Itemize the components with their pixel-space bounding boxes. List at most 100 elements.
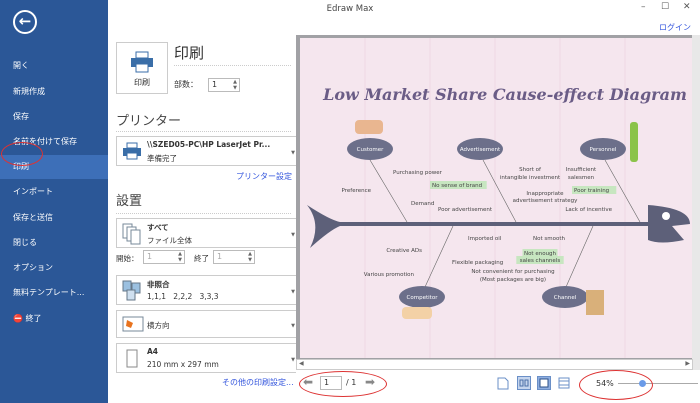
category-label: Customer — [357, 147, 384, 153]
printer-icon — [123, 142, 141, 160]
end-label: 終了 — [194, 254, 209, 263]
cause-label: Demand — [411, 201, 434, 207]
cause-label: Not convenient for purchasing — [471, 269, 554, 275]
cause-label: advertisement strategy — [513, 198, 579, 204]
paper-title: A4 — [147, 347, 159, 356]
start-value: 1 — [147, 252, 153, 261]
divider — [174, 65, 291, 66]
sidebar-item-label: 無料テンプレート... — [13, 288, 85, 297]
scroll-right-icon[interactable]: ▶ — [685, 360, 690, 367]
cause-label: Various promotion — [364, 272, 415, 278]
sidebar-item[interactable]: 新規作成 — [0, 80, 108, 104]
annotation-oval — [579, 370, 653, 400]
fit-width-view-icon[interactable] — [557, 376, 571, 390]
settings-heading: 設置 — [116, 194, 143, 209]
cause-label: intangible investment — [500, 175, 561, 181]
print-button[interactable]: 印刷 — [116, 42, 168, 94]
end-value: 1 — [217, 252, 223, 261]
cause-label: Poor training — [574, 188, 609, 194]
page-range-dropdown[interactable]: すべて ファイル全体 ▼ — [116, 218, 299, 248]
printer-icon — [131, 51, 153, 73]
maximize-button[interactable]: ☐ — [661, 2, 669, 12]
print-preview: Low Market Share Cause-effect Diagram Cus… — [296, 35, 700, 370]
printer-status: 準備完了 — [147, 154, 177, 163]
paper-size-dropdown[interactable]: A4 210 mm x 297 mm ▼ — [116, 343, 299, 373]
preview-footer: ⬅ 1 / 1 ➡ 54% — [296, 370, 700, 403]
fish-head — [648, 205, 690, 243]
copies-label: 部数： — [174, 80, 198, 89]
handshake-icon — [355, 120, 383, 134]
page-icon — [126, 349, 138, 368]
two-page-view-icon[interactable] — [517, 376, 531, 390]
copies-input[interactable]: 1 ▲ ▼ — [208, 78, 240, 92]
presentation-board-icon — [586, 290, 604, 315]
cause-label: Purchasing power — [393, 170, 443, 176]
start-page-input[interactable]: 1 ▲ ▼ — [143, 250, 185, 264]
sidebar-item[interactable]: 無料テンプレート... — [0, 281, 108, 305]
cause-label: Flexible packaging — [452, 260, 503, 266]
cause-label: Imported oil — [468, 236, 502, 242]
minimize-button[interactable]: – — [641, 2, 646, 12]
spin-arrows-icon[interactable]: ▲ ▼ — [233, 79, 237, 91]
cause-label: Creative ADs — [386, 248, 422, 254]
vertical-scrollbar[interactable] — [692, 35, 700, 370]
preview-page: Low Market Share Cause-effect Diagram Cus… — [300, 38, 692, 358]
sidebar-item-label: 新規作成 — [13, 87, 45, 96]
annotation-oval — [299, 371, 387, 397]
divider — [116, 131, 291, 132]
single-page-view-icon[interactable] — [496, 376, 510, 390]
sidebar-item[interactable]: オプション — [0, 256, 108, 280]
sidebar-item-label: 開く — [13, 61, 29, 70]
sidebar-item[interactable]: インポート — [0, 180, 108, 204]
pages-icon — [122, 223, 141, 245]
sidebar-item[interactable]: 保存と送信 — [0, 206, 108, 230]
chevron-down-icon: ▼ — [291, 288, 295, 295]
bone — [424, 225, 454, 288]
bone — [565, 225, 594, 288]
sidebar-item[interactable]: 保存 — [0, 105, 108, 129]
spin-arrows-icon[interactable]: ▲ ▼ — [178, 251, 182, 263]
close-button[interactable]: ✕ — [683, 2, 691, 12]
paper-subtitle: 210 mm x 297 mm — [147, 360, 219, 369]
start-label: 開始： — [116, 254, 139, 263]
cause-label: Not smooth — [533, 236, 565, 242]
end-page-input[interactable]: 1 ▲ ▼ — [213, 250, 255, 264]
cause-label: Lack of incentive — [565, 207, 612, 213]
sidebar-item[interactable]: 開く — [0, 54, 108, 78]
printer-heading: プリンター — [116, 114, 182, 129]
cause-label: Short of — [519, 167, 542, 173]
category-label: Personnel — [590, 147, 617, 153]
printer-name: \\SZED05-PC\HP LaserJet Pr... — [147, 140, 271, 149]
chevron-down-icon: ▼ — [291, 231, 295, 238]
collate-dropdown[interactable]: 非照合 1,1,1 2,2,2 3,3,3 ▼ — [116, 275, 299, 305]
sidebar-item-label: 終了 — [25, 314, 42, 323]
cause-label: Inappropriate — [526, 191, 564, 197]
landscape-icon — [122, 316, 144, 332]
orientation-dropdown[interactable]: 横方向 ▼ — [116, 310, 299, 338]
sidebar-item[interactable]: 閉じる — [0, 231, 108, 255]
chevron-down-icon: ▼ — [291, 322, 295, 329]
cause-label: Poor advertisement — [438, 207, 493, 213]
printer-dropdown[interactable]: \\SZED05-PC\HP LaserJet Pr... 準備完了 ▼ — [116, 136, 299, 166]
scroll-left-icon[interactable]: ◀ — [299, 360, 304, 367]
login-link[interactable]: ログイン — [659, 22, 691, 33]
category-label: Advertisement — [460, 147, 501, 153]
collate-icon — [122, 280, 141, 301]
horizontal-scrollbar[interactable]: ◀ ▶ — [296, 359, 693, 370]
print-heading: 印刷 — [174, 44, 205, 62]
businesswoman-icon — [630, 122, 638, 162]
range-title: すべて — [147, 223, 169, 232]
printer-settings-link[interactable]: プリンター設定 — [236, 171, 292, 182]
sidebar-item[interactable]: ⛔ 終了 — [0, 307, 108, 331]
orientation-label: 横方向 — [147, 321, 170, 330]
more-print-settings-link[interactable]: その他の印刷設定... — [222, 377, 294, 388]
sidebar: ← 開く 新規作成 保存 名前を付けて保存 印刷 インポート 保存と送信 閉じる オプション 無料… — [0, 0, 108, 403]
handshake-icon — [402, 307, 432, 319]
spin-arrows-icon[interactable]: ▲ ▼ — [248, 251, 252, 263]
sidebar-item-label: オプション — [13, 263, 53, 272]
annotation-oval — [1, 142, 43, 166]
fit-page-view-icon[interactable] — [537, 376, 551, 390]
cause-label: Insufficient — [566, 167, 597, 173]
sidebar-item-label: 保存と送信 — [13, 213, 53, 222]
print-button-label: 印刷 — [134, 78, 150, 87]
